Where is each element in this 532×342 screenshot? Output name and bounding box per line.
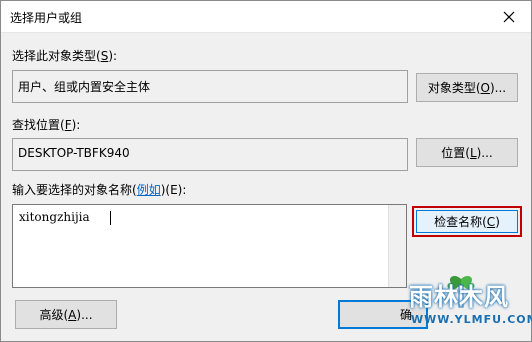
check-names-key: C [486,214,496,229]
location-value: DESKTOP-TBFK940 [18,146,130,160]
object-types-button-suffix: )... [490,80,507,95]
object-type-label-suffix: ): [108,49,118,63]
check-names-button[interactable]: 检查名称(C) [412,206,522,237]
close-icon [503,11,515,22]
advanced-button[interactable]: 高级(A)... [15,300,117,329]
object-types-button-prefix: 对象类型( [427,81,481,95]
location-label-suffix: ): [71,118,81,132]
object-names-label-prefix: 输入要选择的对象名称( [12,183,137,197]
locations-button-suffix: )... [476,145,493,160]
locations-button-prefix: 位置( [441,146,470,160]
site-watermark: 雨林木风 WWW.YLMFU.COM [397,269,532,339]
object-names-input[interactable]: xitongzhijia [12,204,407,288]
text-caret [110,211,111,225]
location-label: 查找位置(F): [12,116,80,133]
object-types-button-key: O [480,80,490,95]
location-label-key: F [64,118,72,132]
locations-button-key: L [469,145,477,160]
object-type-label-prefix: 选择此对象类型( [12,49,101,63]
advanced-prefix: 高级( [39,308,69,322]
object-type-value: 用户、组或内置安全主体 [18,80,151,94]
check-names-prefix: 检查名称( [434,215,487,229]
object-names-label: 输入要选择的对象名称(例如)(E): [12,181,186,198]
check-names-suffix: ) [495,214,500,229]
title-bar: 选择用户或组 [1,1,531,33]
watermark-name: 雨林木风 [409,283,509,311]
object-names-label-suffix: )(E): [160,183,187,197]
locations-button[interactable]: 位置(L)... [416,138,518,167]
examples-link[interactable]: 例如 [137,183,161,197]
close-button[interactable] [487,1,531,32]
location-label-prefix: 查找位置( [12,118,65,132]
watermark-url: WWW.YLMFU.COM [411,313,532,326]
select-users-dialog: 选择用户或组 选择此对象类型(S): 用户、组或内置安全主体 对象类型(O)..… [0,0,532,342]
object-type-label: 选择此对象类型(S): [12,47,117,64]
dialog-title: 选择用户或组 [10,11,83,25]
advanced-suffix: )... [76,307,93,322]
object-type-field: 用户、组或内置安全主体 [12,70,408,103]
advanced-key: A [68,307,77,322]
object-names-value: xitongzhijia [19,210,90,224]
object-types-button[interactable]: 对象类型(O)... [416,73,518,102]
location-field: DESKTOP-TBFK940 [12,138,408,171]
